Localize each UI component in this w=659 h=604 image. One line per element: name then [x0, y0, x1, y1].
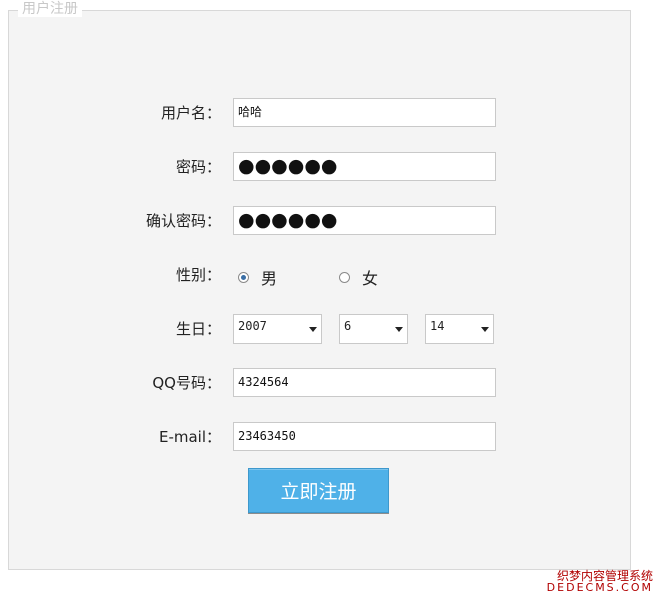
password-input[interactable]: ●●●●●● [233, 152, 496, 181]
qq-input[interactable]: 4324564 [233, 368, 496, 397]
birth-day-value: 14 [430, 319, 445, 333]
dropdown-arrow-icon [481, 327, 489, 332]
birthday-label: 生日： [175, 320, 221, 338]
radio-female[interactable] [339, 271, 350, 283]
confirm-password-label: 确认密码： [145, 212, 221, 230]
submit-register-button[interactable]: 立即注册 [248, 468, 389, 513]
watermark: 织梦内容管理系统 DEDECMS.COM [547, 570, 653, 594]
username-label: 用户名： [160, 104, 221, 122]
confirm-password-input[interactable]: ●●●●●● [233, 206, 496, 235]
gender-female-option[interactable]: 女 [339, 265, 378, 289]
dropdown-arrow-icon [309, 327, 317, 332]
dropdown-arrow-icon [395, 327, 403, 332]
gender-male-text: 男 [261, 269, 278, 288]
username-input[interactable]: 哈哈 [233, 98, 496, 127]
email-input[interactable]: 23463450 [233, 422, 496, 451]
qq-label: QQ号码： [152, 374, 221, 392]
email-label: E-mail： [158, 428, 221, 446]
password-label: 密码： [175, 158, 221, 176]
birth-day-select[interactable]: 14 [425, 314, 494, 344]
watermark-line2: DEDECMS.COM [546, 581, 653, 594]
birth-year-select[interactable]: 2007 [233, 314, 322, 344]
radio-male[interactable] [238, 271, 249, 283]
birth-year-value: 2007 [238, 319, 267, 333]
birth-month-select[interactable]: 6 [339, 314, 408, 344]
gender-label: 性别： [175, 266, 221, 284]
panel-legend: 用户注册 [18, 1, 82, 17]
gender-male-option[interactable]: 男 [238, 265, 277, 289]
birth-month-value: 6 [344, 319, 352, 333]
gender-female-text: 女 [362, 269, 379, 288]
